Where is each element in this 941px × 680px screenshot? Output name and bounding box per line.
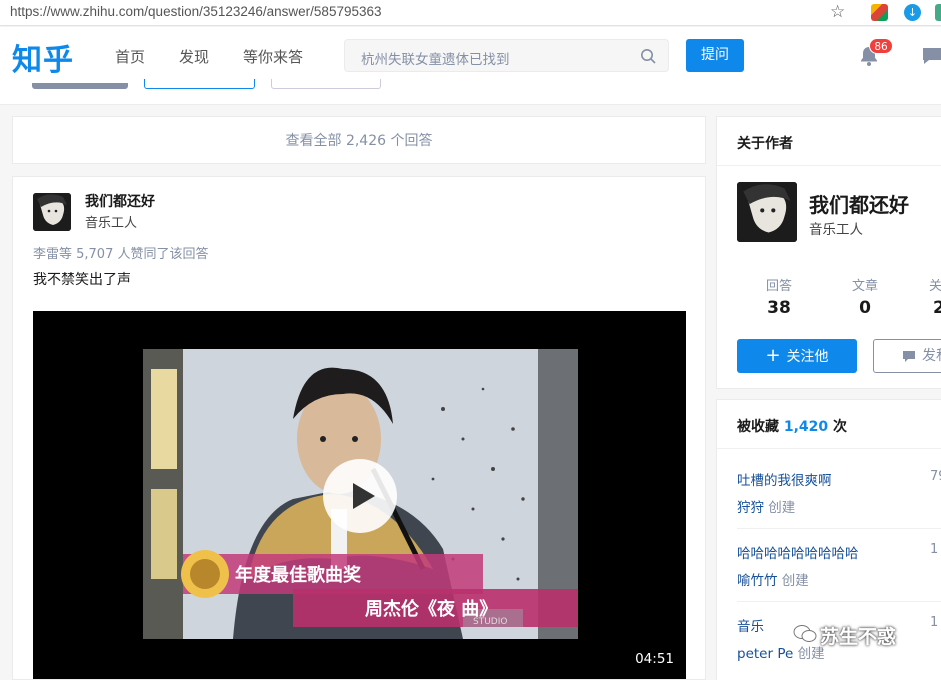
collection-creator[interactable]: peter Pe [737,646,793,662]
zhihu-logo[interactable]: 知乎 [12,35,74,79]
video-player[interactable]: 年度最佳歌曲奖 周杰伦《夜 曲》 STUDIO 04:51 [33,311,686,679]
stat-value: 2 [933,298,941,318]
collection-creator[interactable]: 狩狩 [737,500,764,516]
extension-icon-partial[interactable] [935,4,941,21]
play-icon [353,483,375,509]
collection-created: 创建 [768,500,796,516]
bookmark-star-icon[interactable]: ☆ [830,2,845,22]
ask-question-button[interactable]: 提问 [686,39,744,72]
plus-icon: + [765,345,781,366]
write-answer-button[interactable] [144,79,255,89]
stat-answers[interactable]: 回答 38 [749,275,809,318]
answer-card: 我们都还好 音乐工人 李雷等 5,707 人赞同了该回答 我不禁笑出了声 年度最… [12,176,706,680]
play-button[interactable] [323,459,397,533]
divider [737,601,941,602]
collections-suffix: 次 [833,419,848,435]
answer-text: 我不禁笑出了声 [33,272,131,288]
site-header: 知乎 首页 发现 等你来答 杭州失联女童遗体已找到 提问 86 [0,27,941,83]
collection-item: 吐槽的我很爽啊 狩狩 创建 79 [737,469,941,516]
divider [717,165,941,166]
author-name[interactable]: 我们都还好 [85,191,155,211]
collections-prefix: 被收藏 [737,419,779,435]
stat-label: 文章 [851,279,878,294]
send-message-label: 发私 [922,348,941,364]
browser-address-bar: https://www.zhihu.com/question/35123246/… [0,0,941,26]
collection-title[interactable]: 哈哈哈哈哈哈哈哈哈 [737,542,941,562]
follow-question-button[interactable] [32,83,128,89]
search-icon[interactable] [640,48,656,64]
download-icon[interactable]: ↓ [904,4,921,21]
collections-count: 1,420 [783,419,829,435]
vote-summary: 李雷等 5,707 人赞同了该回答 [33,247,209,262]
sidebar-author-avatar[interactable] [737,182,797,242]
url-text[interactable]: https://www.zhihu.com/question/35123246/… [10,4,382,19]
stat-value: 38 [767,298,791,318]
nav-discover[interactable]: 发现 [179,46,209,67]
video-caption-studio: STUDIO [473,617,508,627]
watermark-text: 苏生不惑 [820,626,897,648]
notification-badge: 86 [869,38,893,54]
collection-creator[interactable]: 喻竹竹 [737,573,778,589]
divider [737,528,941,529]
follow-author-button[interactable]: + 关注他 [737,339,857,373]
collection-follow-count: 1 [930,615,939,630]
stat-articles[interactable]: 文章 0 [835,275,895,318]
collection-title[interactable]: 吐槽的我很爽啊 [737,469,941,489]
stat-followers[interactable]: 关 2 [921,275,941,318]
question-header-strip [0,79,941,105]
sidebar-author-name[interactable]: 我们都还好 [809,189,909,218]
collection-item: 哈哈哈哈哈哈哈哈哈 喻竹竹 创建 1 [737,542,941,589]
collection-follow-count: 1 [930,542,939,557]
collection-created: 创建 [781,573,809,589]
about-author-panel: 关于作者 我们都还好 音乐工人 回答 38 文章 0 关 2 + 关注他 发私 [716,116,941,389]
collections-header: 被收藏 1,420 次 [737,416,847,436]
divider [717,448,941,449]
about-author-title: 关于作者 [737,136,793,152]
extension-icon[interactable] [871,4,888,21]
view-all-answers-link[interactable]: 查看全部 2,426 个回答 [12,116,706,164]
search-input[interactable]: 杭州失联女童遗体已找到 [344,39,669,72]
stat-label: 关 [929,279,941,294]
follow-label: 关注他 [786,349,829,365]
stat-label: 回答 [765,279,792,294]
stat-value: 0 [859,298,871,318]
nav-home[interactable]: 首页 [115,46,145,67]
video-caption-award: 年度最佳歌曲奖 [235,565,361,586]
nav-waiting-answers[interactable]: 等你来答 [243,46,303,67]
author-bio: 音乐工人 [85,216,138,231]
wechat-icon [793,625,817,642]
collection-follow-count: 79 [930,469,941,484]
sidebar-author-bio: 音乐工人 [809,222,863,238]
send-message-button[interactable]: 发私 [873,339,941,373]
search-placeholder: 杭州失联女童遗体已找到 [361,52,510,68]
author-avatar[interactable] [33,193,71,231]
invite-answer-button[interactable] [271,79,381,89]
message-icon[interactable] [920,45,941,67]
chat-bubble-icon [903,351,915,362]
video-duration: 04:51 [635,651,674,667]
